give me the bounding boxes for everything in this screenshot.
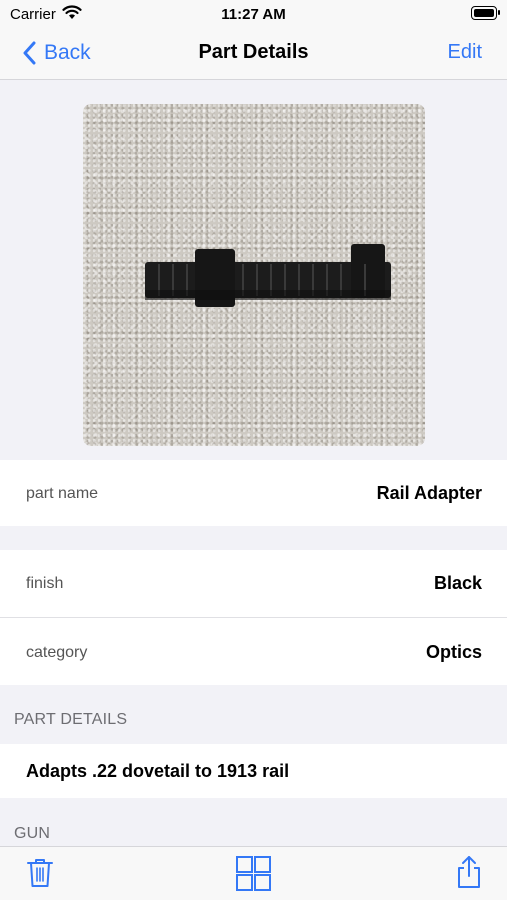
part-name-row[interactable]: part name Rail Adapter — [0, 460, 507, 526]
trash-icon[interactable] — [27, 857, 53, 894]
status-time: 11:27 AM — [221, 6, 286, 23]
grid-icon[interactable] — [236, 856, 271, 896]
finish-value: Black — [433, 573, 482, 593]
part-details-text: Adapts .22 dovetail to 1913 rail — [26, 761, 290, 781]
photo-section — [0, 80, 507, 460]
edit-button[interactable]: Edit — [448, 41, 482, 64]
navigation-bar: Back Part Details Edit — [0, 28, 507, 80]
page-title: Part Details — [198, 41, 309, 63]
gun-header: GUN — [14, 825, 51, 842]
category-value: Optics — [425, 642, 482, 662]
finish-row[interactable]: finish Black — [0, 550, 507, 617]
finish-label: finish — [26, 575, 64, 592]
bottom-toolbar — [0, 846, 507, 900]
category-label: category — [26, 644, 88, 661]
share-icon[interactable] — [456, 855, 482, 894]
part-name-value: Rail Adapter — [376, 483, 482, 503]
status-bar: Carrier 11:27 AM — [0, 0, 507, 28]
part-photo[interactable] — [83, 104, 425, 446]
part-details-row[interactable]: Adapts .22 dovetail to 1913 rail — [0, 744, 507, 798]
part-name-label: part name — [26, 485, 99, 502]
battery-icon — [471, 6, 500, 20]
part-details-header: PART DETAILS — [14, 711, 128, 728]
category-row[interactable]: category Optics — [0, 618, 507, 685]
